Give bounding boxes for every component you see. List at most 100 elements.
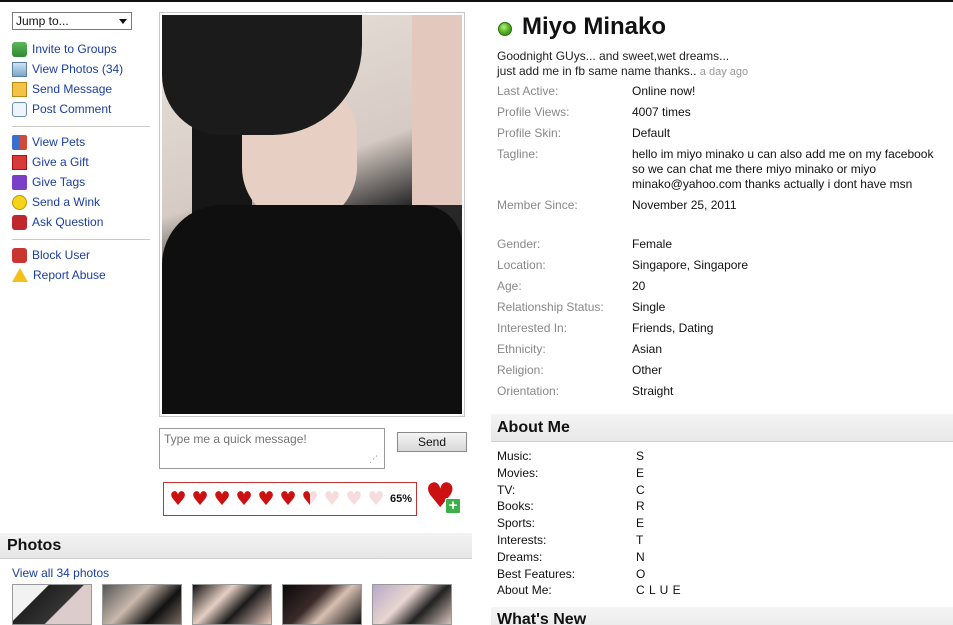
hotness-rating[interactable]: ♥ ♥ ♥ ♥ ♥ ♥ ♥ ♥ ♥ ♥ 65% [163, 482, 417, 516]
field-label: TV: [497, 483, 516, 497]
about-section-header: About Me [491, 414, 953, 442]
rating-heart-icon[interactable]: ♥ [190, 489, 210, 509]
field-label: Movies: [497, 466, 539, 480]
resize-grip-icon[interactable]: ⋰ [369, 454, 379, 464]
photos-title: Photos [7, 537, 62, 554]
field-value: Default [632, 126, 671, 140]
action-label: Report Abuse [33, 268, 106, 282]
field-value: Friends, Dating [632, 321, 714, 335]
field-label: Sports: [497, 516, 536, 530]
photo-thumbnail-image [103, 585, 181, 624]
field-label: Best Features: [497, 567, 576, 581]
field-value: Other [632, 363, 663, 377]
online-status-icon [498, 22, 512, 36]
action-label: Give a Gift [32, 155, 89, 169]
photos-icon [12, 61, 27, 77]
plus-icon: + [445, 498, 461, 514]
status-message: Goodnight GUys... and sweet,wet dreams..… [497, 49, 937, 80]
action-send-a-wink[interactable]: Send a Wink [12, 193, 100, 211]
action-label: View Pets [32, 135, 86, 149]
field-label: Orientation: [497, 384, 560, 398]
action-give-tags[interactable]: Give Tags [12, 173, 85, 191]
jump-to-select[interactable]: Jump to... [12, 12, 132, 30]
jump-to-selected: Jump to... [16, 14, 69, 28]
rating-heart-icon[interactable]: ♥ [322, 489, 342, 509]
question-icon [12, 214, 27, 230]
action-post-comment[interactable]: Post Comment [12, 100, 111, 118]
photo-thumbnail-image [283, 585, 361, 624]
photo-thumbnail[interactable] [192, 584, 272, 625]
divider [12, 239, 150, 240]
action-label: Ask Question [32, 215, 104, 229]
rating-heart-icon[interactable]: ♥ [278, 489, 298, 509]
photos-section-header: Photos [0, 533, 472, 559]
field-label: Interests: [497, 533, 547, 547]
field-value: C [636, 483, 646, 497]
comment-icon [12, 101, 27, 117]
photo-thumbnail[interactable] [12, 584, 92, 625]
rating-heart-icon[interactable]: ♥ [256, 489, 276, 509]
action-give-a-gift[interactable]: Give a Gift [12, 153, 89, 171]
field-value: T [636, 533, 644, 547]
action-send-message[interactable]: Send Message [12, 80, 112, 98]
chevron-down-icon[interactable] [119, 19, 127, 24]
status-line-1: Goodnight GUys... and sweet,wet dreams..… [497, 49, 730, 63]
field-value: R [636, 499, 646, 513]
action-view-pets[interactable]: View Pets [12, 133, 85, 151]
action-label: Block User [32, 248, 91, 262]
rating-heart-icon[interactable]: ♥ [366, 489, 386, 509]
action-block-user[interactable]: Block User [12, 246, 90, 264]
wink-smiley-icon [12, 194, 27, 210]
top-border [0, 0, 953, 2]
rating-heart-icon[interactable]: ♥ [234, 489, 254, 509]
field-label: Interested In: [497, 321, 568, 335]
divider [12, 126, 150, 127]
pets-icon [12, 134, 27, 150]
action-label: Send Message [32, 82, 113, 96]
photo-thumbnail[interactable] [372, 584, 452, 625]
status-line-2: just add me in fb same name thanks.. [497, 64, 697, 78]
rating-heart-icon[interactable]: ♥ [300, 489, 320, 509]
field-value: 4007 times [632, 105, 691, 119]
whats-new-section-header: What's New [491, 607, 953, 625]
field-value: Singapore, Singapore [632, 258, 749, 272]
photo-thumbnail-image [13, 585, 91, 624]
field-value: Single [632, 300, 666, 314]
field-label: Location: [497, 258, 546, 272]
field-value: O [636, 567, 646, 581]
rating-heart-icon[interactable]: ♥ [344, 489, 364, 509]
action-view-photos-34[interactable]: View Photos (34) [12, 60, 123, 78]
action-label: Give Tags [32, 175, 86, 189]
field-label: Tagline: [497, 147, 539, 161]
field-label: Age: [497, 279, 522, 293]
add-to-favorites-button[interactable]: ♥ + [425, 478, 463, 516]
photo-thumbnail-image [193, 585, 271, 624]
action-label: Invite to Groups [32, 42, 117, 56]
profile-name: Miyo Minako [522, 13, 667, 40]
photo-thumbnail[interactable] [102, 584, 182, 625]
view-all-photos-link[interactable]: View all 34 photos [12, 566, 109, 580]
photo-thumbnail-image [373, 585, 451, 624]
field-label: Last Active: [497, 84, 559, 98]
envelope-icon [12, 81, 27, 97]
field-value: hello im miyo minako u can also add me o… [632, 147, 934, 191]
action-label: Send a Wink [32, 195, 101, 209]
send-button[interactable]: Send [397, 432, 467, 452]
warning-icon [12, 268, 28, 282]
quick-message-input[interactable] [159, 428, 385, 469]
photo-thumbnail[interactable] [282, 584, 362, 625]
rating-heart-icon[interactable]: ♥ [212, 489, 232, 509]
about-title: About Me [497, 419, 570, 436]
profile-photo[interactable] [159, 12, 465, 417]
field-label: Music: [497, 449, 532, 463]
star-tag-icon [12, 174, 27, 190]
rating-heart-icon[interactable]: ♥ [168, 489, 188, 509]
action-ask-question[interactable]: Ask Question [12, 213, 103, 231]
invite-groups-icon [12, 41, 27, 57]
field-value: S [636, 449, 645, 463]
field-value: 20 [632, 279, 646, 293]
action-invite-to-groups[interactable]: Invite to Groups [12, 40, 117, 58]
field-value: C L U E [636, 583, 682, 597]
field-value: Straight [632, 384, 674, 398]
action-report-abuse[interactable]: Report Abuse [12, 266, 106, 284]
